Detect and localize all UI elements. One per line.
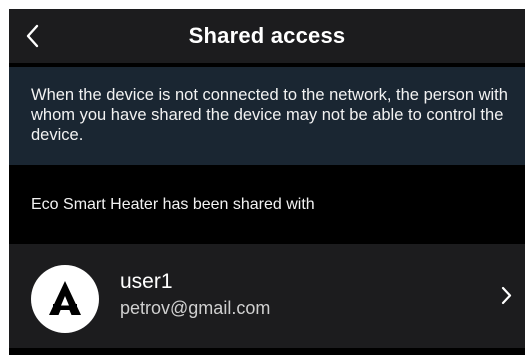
chevron-left-icon: [26, 24, 39, 48]
shared-user-row[interactable]: user1 petrov@gmail.com: [9, 244, 525, 348]
network-notice-text: When the device is not connected to the …: [31, 86, 508, 144]
user-name: user1: [120, 270, 173, 293]
chevron-right-icon: [501, 286, 512, 305]
navigation-bar: Shared access: [9, 9, 525, 63]
a-logo-icon: [49, 281, 81, 315]
shared-access-screen: Shared access When the device is not con…: [9, 9, 525, 355]
avatar: [31, 265, 99, 333]
user-email: petrov@gmail.com: [120, 298, 271, 318]
network-notice-banner: When the device is not connected to the …: [9, 67, 525, 165]
shared-with-heading: Eco Smart Heater has been shared with: [31, 196, 315, 213]
page-title: Shared access: [188, 23, 346, 48]
back-button[interactable]: [17, 18, 53, 54]
